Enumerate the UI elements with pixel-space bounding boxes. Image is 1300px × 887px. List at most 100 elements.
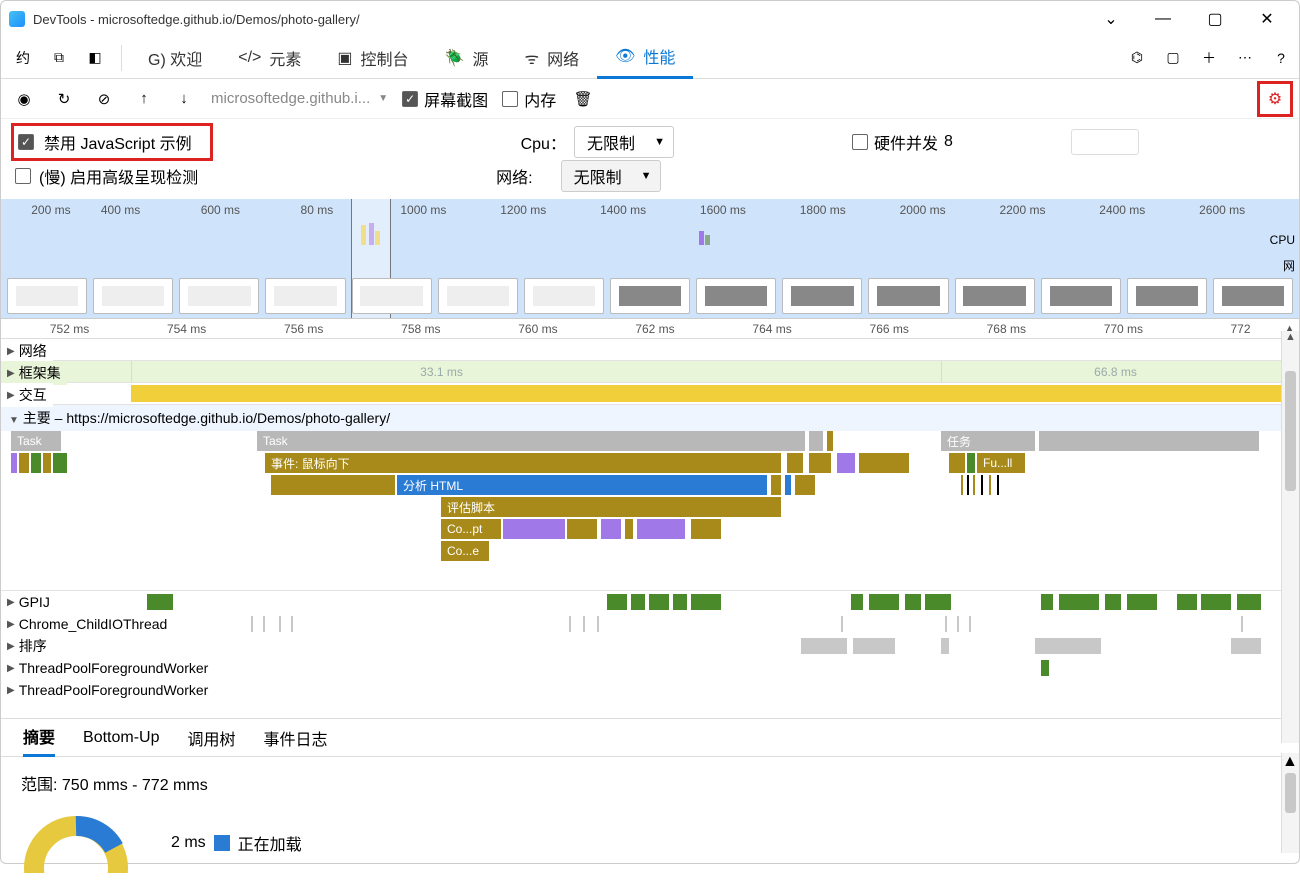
disable-js-checkbox[interactable]: ✓ [18, 134, 34, 150]
devtools-icon [9, 11, 25, 27]
tick: 1600 ms [700, 203, 800, 217]
clear-button[interactable]: ⊘ [91, 86, 117, 112]
hw-concurrency-checkbox[interactable] [852, 134, 868, 150]
tab-sources[interactable]: 🪲源 [427, 37, 507, 79]
upload-button[interactable]: ↑ [131, 86, 157, 112]
flame-chart-area[interactable]: ▶网络 ▶框架集 33.1 ms 66.8 ms ▶交互 ▼ 主要 – http… [1, 339, 1299, 719]
screenshot-thumb[interactable] [438, 278, 518, 314]
cpu-throttle-select[interactable]: 无限制▼ [574, 126, 674, 158]
parse-html-bar[interactable]: 分析 HTML [397, 475, 767, 495]
tick: 400 ms [101, 203, 201, 217]
details-tabs: 摘要 Bottom-Up 调用树 事件日志 [1, 719, 1299, 757]
screenshot-thumb[interactable] [696, 278, 776, 314]
memory-checkbox[interactable] [502, 91, 518, 107]
minimize-button[interactable]: — [1149, 5, 1177, 33]
network-throttle-select[interactable]: 无限制▼ [561, 160, 661, 192]
app-icon[interactable]: ▢ [1155, 40, 1191, 76]
settings-gear-highlight[interactable]: ⚙ [1257, 81, 1293, 117]
event-bar[interactable]: 事件: 鼠标向下 [265, 453, 781, 473]
scrollbar-thumb[interactable] [1285, 773, 1296, 813]
tick: 200 ms [1, 203, 101, 217]
screenshot-thumb[interactable] [179, 278, 259, 314]
track-network[interactable]: ▶网络 [1, 339, 53, 363]
loading-label: 正在加载 [238, 831, 302, 855]
url-selector[interactable]: microsoftedge.github.i...▼ [211, 90, 388, 107]
disable-js-label: 禁用 JavaScript 示例 [44, 130, 192, 154]
loading-ms: 2 ms [171, 834, 206, 852]
record-button[interactable]: ◉ [11, 86, 37, 112]
cpu-overview-bars [1, 221, 1299, 245]
advanced-paint-checkbox[interactable] [15, 168, 31, 184]
track-frames[interactable]: ▶框架集 33.1 ms 66.8 ms [1, 361, 1299, 383]
tick: 600 ms [201, 203, 301, 217]
memory-icon[interactable]: ⌬ [1119, 40, 1155, 76]
task-bar[interactable]: 任务 [941, 431, 1035, 451]
tab-performance[interactable]: 👁性能 [597, 37, 693, 79]
help-icon[interactable]: ? [1263, 40, 1299, 76]
compile-bar[interactable]: Co...e [441, 541, 489, 561]
summary-scrollbar[interactable]: ▲ [1281, 753, 1299, 853]
window-title: DevTools - microsoftedge.github.io/Demos… [33, 12, 1097, 27]
performance-icon: 👁 [615, 46, 635, 66]
vertical-scrollbar[interactable]: ▲ [1281, 331, 1299, 743]
trash-icon[interactable]: 🗑 [570, 86, 596, 112]
main-tabs: 约 ⧉ ◧ G) 欢迎 </>元素 ▣控制台 🪲源 ᯤ网络 👁性能 ⌬ ▢ ＋ … [1, 37, 1299, 79]
track-threadpool-2[interactable]: ▶ThreadPoolForegroundWorker [1, 679, 1299, 701]
hw-value: 8 [944, 133, 953, 151]
track-threadpool-1[interactable]: ▶ThreadPoolForegroundWorker [1, 657, 1299, 679]
func-bar[interactable]: Fu...ll [977, 453, 1025, 473]
tab-console[interactable]: ▣控制台 [319, 37, 426, 79]
screenshot-thumb[interactable] [93, 278, 173, 314]
compile-bar[interactable]: Co...pt [441, 519, 501, 539]
screenshot-thumb[interactable] [1127, 278, 1207, 314]
chevron-down-icon[interactable]: ⌄ [1097, 5, 1125, 33]
screenshot-thumb[interactable] [868, 278, 948, 314]
screenshot-thumb[interactable] [955, 278, 1035, 314]
tab-elements[interactable]: </>元素 [220, 37, 319, 79]
screenshot-thumb[interactable] [265, 278, 345, 314]
screenshot-thumb[interactable] [1041, 278, 1121, 314]
scrollbar-thumb[interactable] [1285, 371, 1296, 491]
track-gpu[interactable]: ▶GPIJ [1, 591, 1299, 613]
track-compositor[interactable]: ▶排序 [1, 635, 1299, 657]
screenshots-checkbox[interactable]: ✓ [402, 91, 418, 107]
screenshot-thumb[interactable] [610, 278, 690, 314]
eval-script-bar[interactable]: 评估脚本 [441, 497, 781, 517]
more-icon[interactable]: ⋯ [1227, 40, 1263, 76]
interaction-bar[interactable] [131, 385, 1289, 402]
track-child-io[interactable]: ▶Chrome_ChildIOThread [1, 613, 1299, 635]
task-bar[interactable]: Task [257, 431, 805, 451]
console-icon: ▣ [337, 48, 352, 68]
screenshot-thumb[interactable] [524, 278, 604, 314]
add-tab-button[interactable]: ＋ [1191, 40, 1227, 76]
tick: 1200 ms [500, 203, 600, 217]
screenshot-thumb[interactable] [782, 278, 862, 314]
tab-summary[interactable]: 摘要 [23, 718, 55, 757]
task-bar[interactable]: Task [11, 431, 61, 451]
tab-event-log[interactable]: 事件日志 [264, 720, 328, 756]
main-thread-flame[interactable]: Task Task 任务 事件: 鼠标向下 Fu...ll 分析 HTML [1, 431, 1299, 591]
dock-icon[interactable]: ◧ [77, 40, 113, 76]
timeline-overview[interactable]: 200 ms 400 ms 600 ms 80 ms 1000 ms 1200 … [1, 199, 1299, 319]
maximize-button[interactable]: ▢ [1201, 5, 1229, 33]
reload-button[interactable]: ↻ [51, 86, 77, 112]
tab-welcome[interactable]: G) 欢迎 [130, 37, 220, 79]
track-interactions[interactable]: ▶交互 [1, 383, 1299, 405]
devices-icon[interactable]: ⧉ [41, 40, 77, 76]
tab-bottom-up[interactable]: Bottom-Up [83, 723, 159, 753]
tick: 2200 ms [999, 203, 1099, 217]
summary-donut [21, 813, 131, 873]
screenshot-thumb[interactable] [352, 278, 432, 314]
screenshot-thumb[interactable] [7, 278, 87, 314]
close-button[interactable]: ✕ [1253, 5, 1281, 33]
tab-network[interactable]: ᯤ网络 [506, 37, 597, 79]
hw-input[interactable] [1071, 129, 1139, 155]
screenshot-thumb[interactable] [1213, 278, 1293, 314]
download-button[interactable]: ↓ [171, 86, 197, 112]
disable-js-highlight: ✓ 禁用 JavaScript 示例 [11, 123, 213, 161]
track-main-header[interactable]: ▼ 主要 – https://microsoftedge.github.io/D… [1, 405, 1299, 431]
task-bar[interactable] [809, 431, 823, 451]
tab-call-tree[interactable]: 调用树 [187, 720, 235, 756]
range-text: 范围: 750 mms - 772 mms [21, 771, 1279, 795]
tab-prefix[interactable]: 约 [5, 40, 41, 76]
